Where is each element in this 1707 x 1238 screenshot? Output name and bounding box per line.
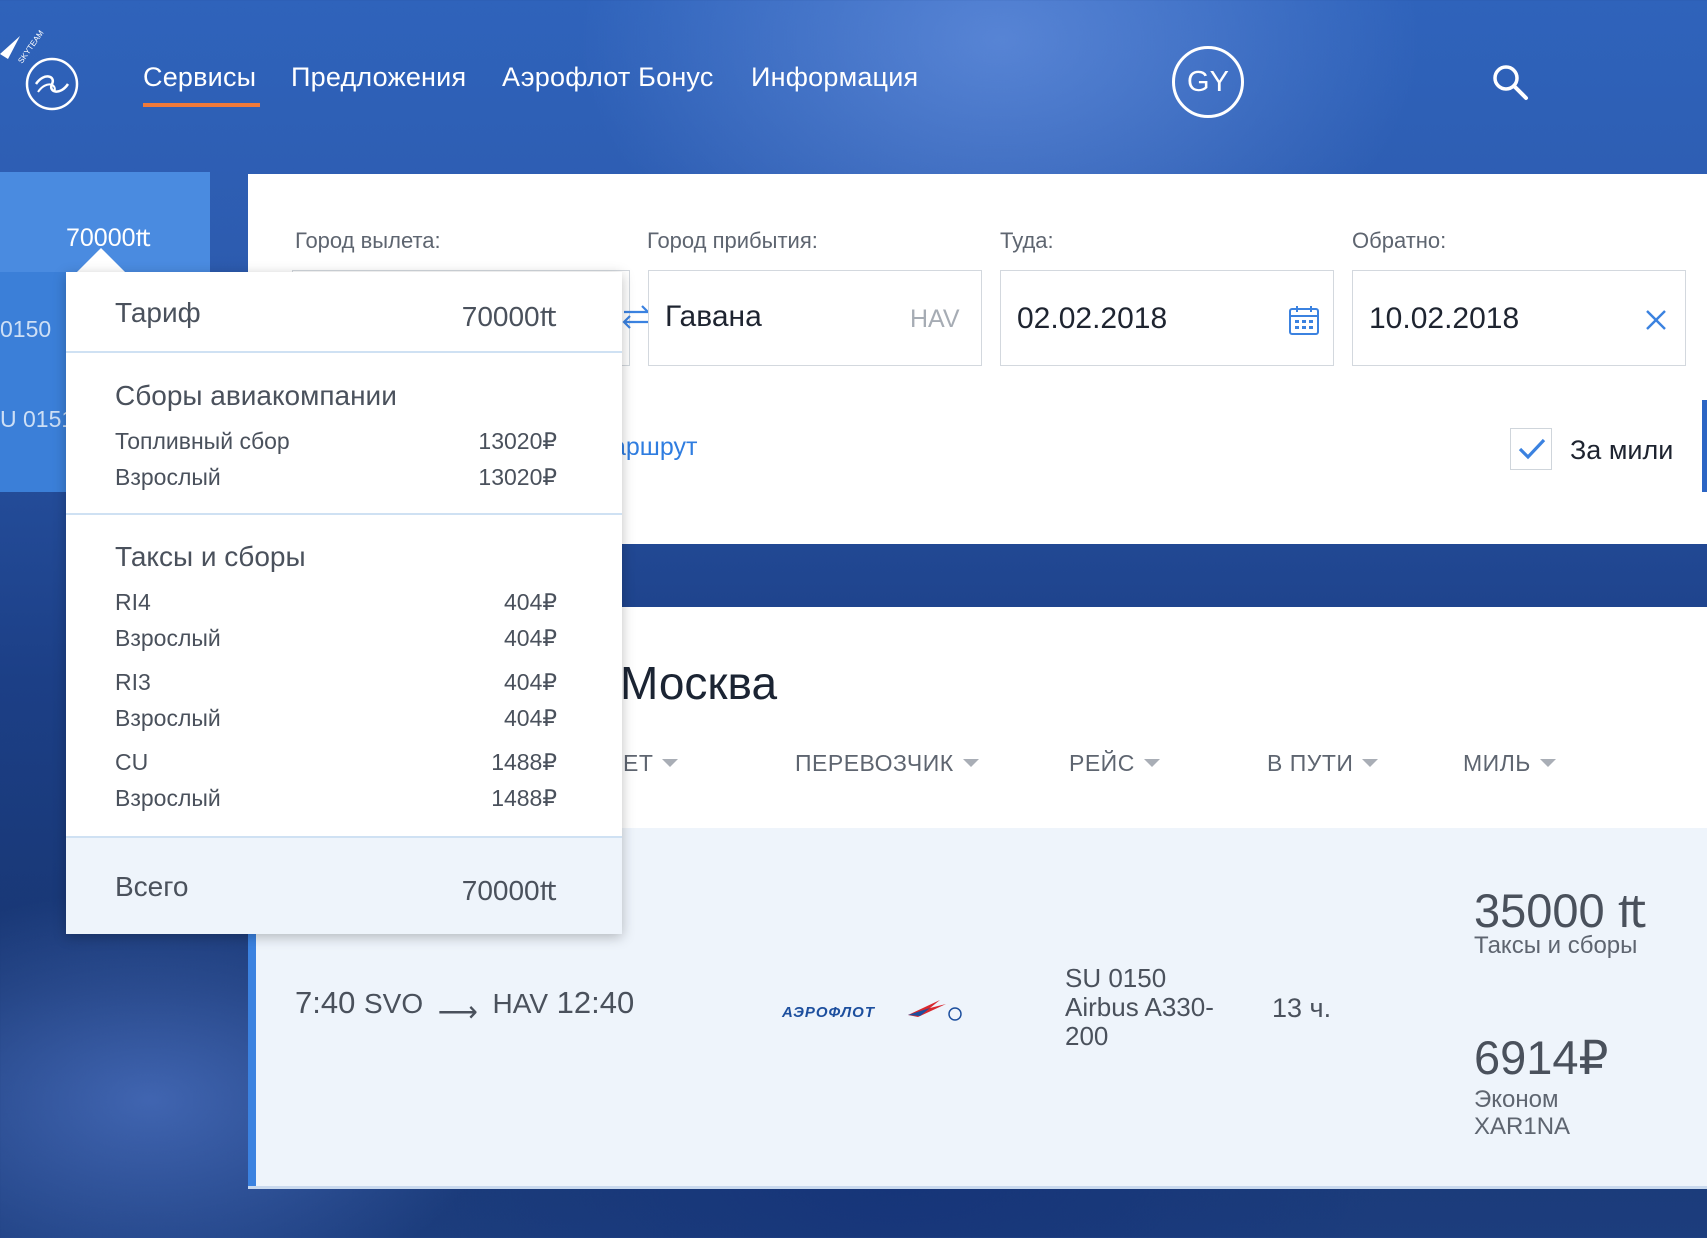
fare-info: Эконом XAR1NA <box>1474 1086 1570 1140</box>
sort-caret-icon <box>1539 758 1556 767</box>
aeroflot-logo: АЭРОФЛОТ <box>781 1000 962 1021</box>
checkmark-icon <box>1518 438 1546 460</box>
column-carrier-label: ПЕРЕВОЗЧИК <box>795 750 954 776</box>
flight-duration: 13 ч. <box>1272 993 1332 1023</box>
miles-checkbox-label: За мили <box>1570 435 1674 465</box>
skyteam-logo[interactable]: SKYTEAM <box>0 14 85 114</box>
sort-caret-icon <box>662 758 679 767</box>
fee-line-label: Топливный сбор <box>115 428 290 454</box>
results-title: Москва <box>620 657 778 709</box>
tax-line-value: 404₽ <box>503 589 557 615</box>
fee-line-value: 13020₽ <box>478 464 557 490</box>
arrow-right-icon: ⟶ <box>437 996 478 1027</box>
tax-line-value: 404₽ <box>503 625 557 651</box>
side-column-price: 70000₶ <box>66 224 152 252</box>
aircraft-type: Airbus A330-200 <box>1065 992 1214 1051</box>
taxes-title: Таксы и сборы <box>115 541 306 572</box>
row-divider <box>248 1186 1707 1189</box>
flight-number-value: SU 0150 <box>1065 963 1167 993</box>
arrive-airport: HAV <box>492 988 549 1019</box>
depart-time: 7:40 <box>295 985 356 1020</box>
tariff-value: 70000₶ <box>461 301 557 332</box>
nav-offers[interactable]: Предложения <box>291 62 466 93</box>
user-avatar[interactable]: GY <box>1172 46 1244 118</box>
tax-line-label: CU <box>115 749 149 775</box>
total-label: Всего <box>115 871 189 902</box>
tax-line-label: RI3 <box>115 669 151 695</box>
nav-information[interactable]: Информация <box>751 62 918 93</box>
tax-line-label: Взрослый <box>115 625 221 651</box>
tax-line-value: 404₽ <box>503 669 557 695</box>
to-field-code: HAV <box>910 305 960 333</box>
tax-line-value: 404₽ <box>503 705 557 731</box>
to-label: Город прибытия: <box>647 228 818 253</box>
tax-line-value: 1488₽ <box>491 785 557 811</box>
arrive-time: 12:40 <box>556 985 635 1020</box>
popover-divider <box>66 513 622 515</box>
popover-divider <box>66 836 622 838</box>
sort-caret-icon <box>1143 758 1160 767</box>
nav-aeroflot-bonus[interactable]: Аэрофлот Бонус <box>502 62 714 93</box>
from-label: Город вылета: <box>295 228 441 253</box>
column-miles-label: МИЛЬ <box>1463 750 1531 776</box>
logo-text: SKYTEAM <box>16 28 45 65</box>
column-carrier[interactable]: ПЕРЕВОЗЧИК <box>795 750 979 777</box>
tax-line-label: RI4 <box>115 589 151 615</box>
column-miles[interactable]: МИЛЬ <box>1463 750 1556 777</box>
tax-line-label: Взрослый <box>115 785 221 811</box>
return-label: Обратно: <box>1352 228 1447 253</box>
tax-line-label: Взрослый <box>115 705 221 731</box>
carrier-name: АЭРОФЛОТ <box>781 1004 876 1021</box>
fare-class: Эконом <box>1474 1086 1559 1113</box>
popover-divider <box>66 351 622 353</box>
miles-checkbox[interactable] <box>1510 428 1552 470</box>
search-button-edge[interactable] <box>1702 400 1707 492</box>
depart-airport: SVO <box>363 988 424 1019</box>
column-duration-label: В ПУТИ <box>1267 750 1354 776</box>
column-departure-label: ЕТ <box>623 750 654 776</box>
sort-caret-icon <box>1362 758 1379 767</box>
to-field-value: Гавана <box>665 300 762 333</box>
tariff-label: Тариф <box>115 297 201 328</box>
sort-caret-icon <box>962 758 979 767</box>
calendar-icon[interactable] <box>1288 304 1320 336</box>
complex-route-link[interactable]: аршрут <box>612 433 697 462</box>
flight-number: SU 0150 Airbus A330-200 <box>1065 964 1215 1051</box>
miles-price-note: Таксы и сборы <box>1474 932 1638 959</box>
column-duration[interactable]: В ПУТИ <box>1267 750 1379 777</box>
return-date-value: 10.02.2018 <box>1369 302 1520 335</box>
side-flight-1[interactable]: 0150 <box>0 316 51 343</box>
search-icon[interactable] <box>1490 62 1530 102</box>
rub-price[interactable]: 6914₽ <box>1474 1030 1608 1086</box>
fee-line-value: 13020₽ <box>478 428 557 454</box>
depart-label: Туда: <box>1000 228 1054 253</box>
fare-code: XAR1NA <box>1474 1113 1571 1140</box>
nav-services[interactable]: Сервисы <box>143 62 256 93</box>
clear-icon[interactable] <box>1644 308 1668 332</box>
total-value: 70000₶ <box>461 875 557 906</box>
tax-line-value: 1488₽ <box>491 749 557 775</box>
column-departure[interactable]: ЕТ <box>623 750 679 777</box>
flight-times: 7:40 SVO ⟶ HAV 12:40 <box>295 985 635 1027</box>
nav-active-underline <box>143 103 260 107</box>
side-flight-2[interactable]: U 0151 <box>0 406 74 433</box>
airline-fees-title: Сборы авиакомпании <box>115 380 397 411</box>
fee-line-label: Взрослый <box>115 464 221 490</box>
column-flight-label: РЕЙС <box>1069 750 1135 776</box>
depart-date-value: 02.02.2018 <box>1017 302 1168 335</box>
column-flight[interactable]: РЕЙС <box>1069 750 1160 777</box>
